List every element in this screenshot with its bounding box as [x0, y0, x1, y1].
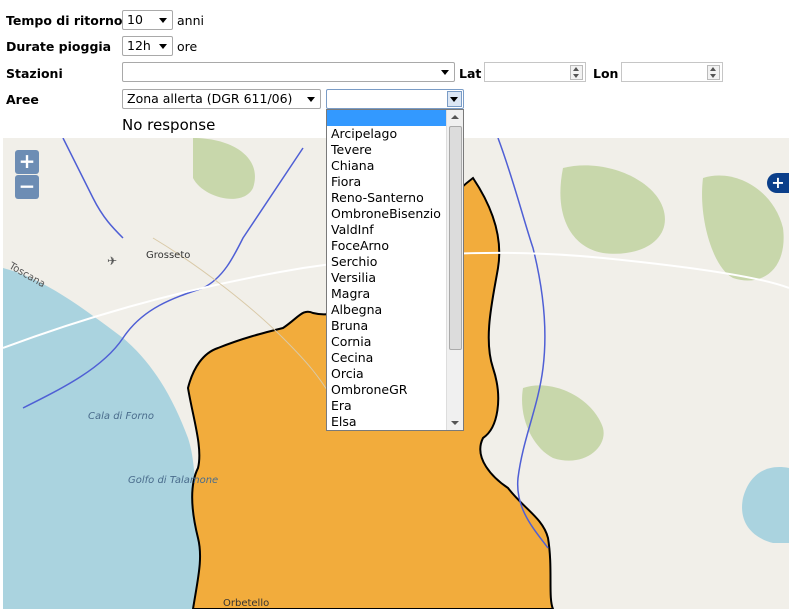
chevron-down-icon	[159, 18, 167, 23]
lat-label: Lat	[459, 66, 482, 81]
dropdown-option[interactable]: Versilia	[327, 270, 447, 286]
lon-spinner[interactable]	[707, 65, 720, 80]
dropdown-option[interactable]: Tevere	[327, 142, 447, 158]
spin-down-icon	[710, 74, 716, 78]
map-label-cala-di-forno: Cala di Forno	[88, 411, 154, 422]
lat-input[interactable]	[484, 62, 586, 82]
dropdown-option[interactable]: Albegna	[327, 302, 447, 318]
dropdown-options: Arcipelago Tevere Chiana Fiora Reno-Santerno…	[327, 110, 447, 430]
spin-up-icon	[710, 67, 716, 71]
zoom-out-button[interactable]: −	[15, 175, 39, 199]
aree-select[interactable]: Zona allerta (DGR 611/06)	[122, 89, 321, 109]
lat-spinner[interactable]	[570, 65, 583, 80]
stazioni-label: Stazioni	[6, 66, 63, 81]
tempo-label: Tempo di ritorno	[6, 13, 123, 28]
tempo-value: 10	[127, 12, 143, 27]
airport-icon: ✈	[107, 254, 118, 268]
spin-down-icon	[573, 74, 579, 78]
area-subselect[interactable]	[326, 89, 464, 109]
durate-label: Durate pioggia	[6, 39, 112, 54]
tempo-unit: anni	[177, 13, 204, 28]
dropdown-option[interactable]: Fiora	[327, 174, 447, 190]
durate-value: 12h	[127, 38, 151, 53]
dropdown-option[interactable]: OmbroneGR	[327, 382, 447, 398]
map-label-golfo: Golfo di Talamone	[128, 475, 219, 486]
dropdown-option[interactable]: Era	[327, 398, 447, 414]
lon-input[interactable]	[621, 62, 723, 82]
zoom-in-button[interactable]: +	[15, 150, 39, 174]
dropdown-option[interactable]: Cornia	[327, 334, 447, 350]
area-dropdown-list[interactable]: Arcipelago Tevere Chiana Fiora Reno-Santerno…	[326, 109, 464, 431]
dropdown-scrollbar[interactable]	[446, 110, 463, 430]
map-label-orbetello: Orbetello	[223, 598, 270, 609]
dropdown-option[interactable]: Arcipelago	[327, 126, 447, 142]
tempo-select[interactable]: 10	[122, 10, 173, 30]
durate-select[interactable]: 12h	[122, 36, 173, 56]
dropdown-option[interactable]: FoceArno	[327, 238, 447, 254]
dropdown-option[interactable]	[327, 110, 447, 126]
dropdown-option[interactable]: ValdInf	[327, 222, 447, 238]
map-label-grosseto: Grosseto	[146, 250, 191, 261]
dropdown-option[interactable]: Elsa	[327, 414, 447, 430]
chevron-down-icon	[441, 70, 449, 75]
stazioni-select[interactable]	[122, 62, 455, 82]
scroll-thumb[interactable]	[449, 126, 462, 350]
aree-label: Aree	[6, 92, 39, 107]
aree-value: Zona allerta (DGR 611/06)	[127, 91, 293, 106]
lon-label: Lon	[593, 66, 619, 81]
scroll-up-icon[interactable]	[451, 115, 459, 119]
durate-unit: ore	[177, 39, 198, 54]
dropdown-option[interactable]: Reno-Santerno	[327, 190, 447, 206]
chevron-down-icon	[307, 97, 315, 102]
dropdown-option[interactable]: Magra	[327, 286, 447, 302]
dropdown-option[interactable]: OmbroneBisenzio	[327, 206, 447, 222]
scroll-down-icon[interactable]	[451, 421, 459, 425]
chevron-down-icon	[159, 44, 167, 49]
dropdown-option[interactable]: Cecina	[327, 350, 447, 366]
chevron-down-icon	[450, 97, 458, 102]
spin-up-icon	[573, 67, 579, 71]
dropdown-option[interactable]: Chiana	[327, 158, 447, 174]
dropdown-option[interactable]: Bruna	[327, 318, 447, 334]
dropdown-option[interactable]: Orcia	[327, 366, 447, 382]
status-text: No response	[122, 116, 216, 134]
layer-switcher-button[interactable]: +	[767, 173, 789, 193]
dropdown-option[interactable]: Serchio	[327, 254, 447, 270]
